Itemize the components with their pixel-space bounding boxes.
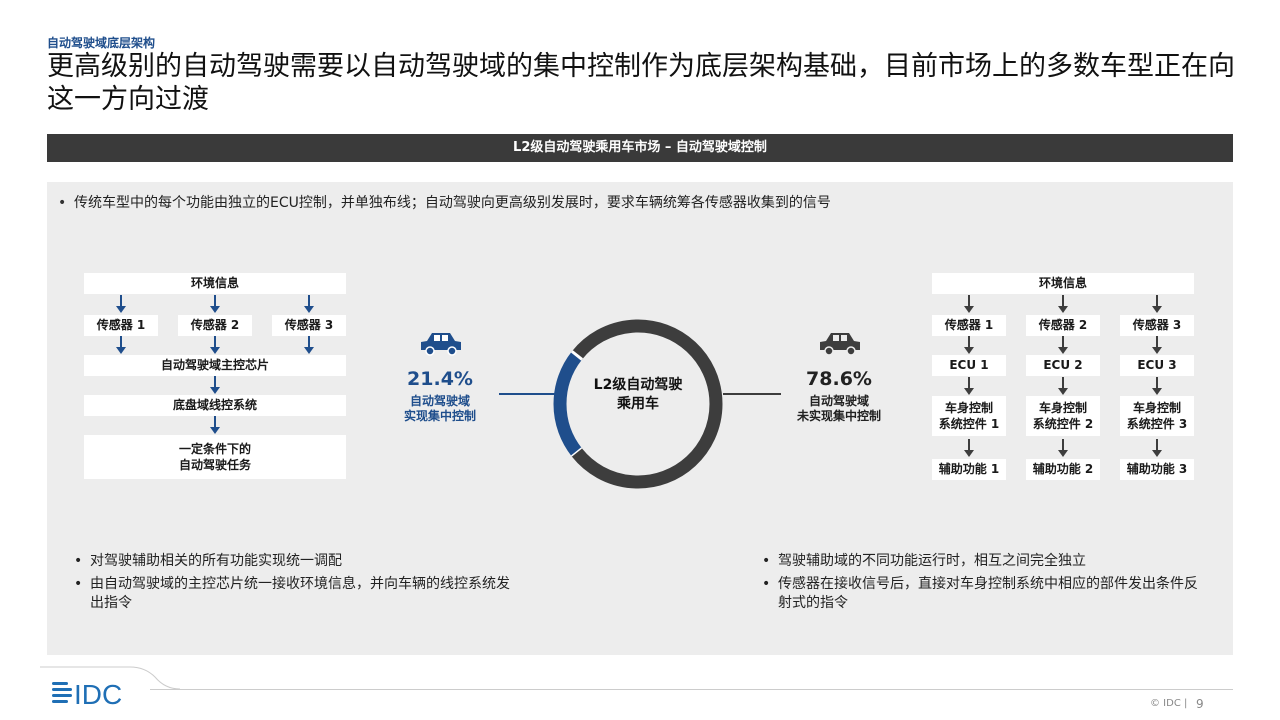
body-control-line-2: 系统控件 3 <box>1126 417 1188 431</box>
right-assist-3-box: 辅助功能 3 <box>1120 459 1194 480</box>
arrow-down-icon <box>1058 377 1068 395</box>
arrow-down-icon <box>304 336 314 354</box>
right-ecu-2-box: ECU 2 <box>1026 355 1100 376</box>
arrow-down-icon <box>1152 377 1162 395</box>
arrow-down-icon <box>964 377 974 395</box>
right-body-control-2-box: 车身控制 系统控件 2 <box>1026 396 1100 436</box>
right-env-info-box: 环境信息 <box>932 273 1194 294</box>
arrow-down-icon <box>304 295 314 313</box>
left-task-line-2: 自动驾驶任务 <box>178 458 251 472</box>
stat-label-centralized-1: 自动驾驶域 <box>409 394 470 408</box>
donut-center-line-2: 乘用车 <box>617 396 659 412</box>
page-number: 9 <box>1196 697 1204 711</box>
footer-divider <box>150 689 1233 690</box>
page-title: 更高级别的自动驾驶需要以自动驾驶域的集中控制作为底层架构基础，目前市场上的多数车… <box>47 51 1235 115</box>
arrow-down-icon <box>210 376 220 394</box>
arrow-down-icon <box>1152 295 1162 313</box>
stat-label-not-centralized-1: 自动驾驶域 <box>808 394 869 408</box>
left-sensor-2-box: 传感器 2 <box>178 315 252 336</box>
notes-left: 对驾驶辅助相关的所有功能实现统一调配 由自动驾驶域的主控芯片统一接收环境信息，并… <box>72 552 522 617</box>
donut-center-label: L2级自动驾驶 乘用车 <box>558 376 718 414</box>
arrow-down-icon <box>210 295 220 313</box>
right-ecu-3-box: ECU 3 <box>1120 355 1194 376</box>
left-task-line-1: 一定条件下的 <box>178 442 251 456</box>
right-sensor-1-box: 传感器 1 <box>932 315 1006 336</box>
note-item: 由自动驾驶域的主控芯片统一接收环境信息，并向车辆的线控系统发出指令 <box>72 575 522 613</box>
right-ecu-1-box: ECU 1 <box>932 355 1006 376</box>
donut-center-line-1: L2级自动驾驶 <box>593 377 683 393</box>
left-task-box: 一定条件下的 自动驾驶任务 <box>84 435 346 479</box>
logo-text: IDC <box>74 679 122 710</box>
right-sensor-3-box: 传感器 3 <box>1120 315 1194 336</box>
arrow-down-icon <box>964 439 974 457</box>
right-sensor-2-box: 传感器 2 <box>1026 315 1100 336</box>
right-assist-2-box: 辅助功能 2 <box>1026 459 1100 480</box>
stat-value-centralized: 21.4% <box>407 368 473 390</box>
body-control-line-1: 车身控制 <box>944 401 993 415</box>
note-item: 驾驶辅助域的不同功能运行时，相互之间完全独立 <box>760 552 1205 571</box>
left-sensor-3-box: 传感器 3 <box>272 315 346 336</box>
copyright-text: © IDC | <box>1150 698 1188 709</box>
right-body-control-1-box: 车身控制 系统控件 1 <box>932 396 1006 436</box>
note-item: 对驾驶辅助相关的所有功能实现统一调配 <box>72 552 522 571</box>
arrow-down-icon <box>210 336 220 354</box>
left-chassis-box: 底盘域线控系统 <box>84 395 346 416</box>
arrow-down-icon <box>210 416 220 434</box>
body-control-line-1: 车身控制 <box>1038 401 1087 415</box>
connector-right <box>723 393 781 395</box>
body-control-line-2: 系统控件 2 <box>1032 417 1094 431</box>
arrow-down-icon <box>964 336 974 354</box>
left-main-chip-box: 自动驾驶域主控芯片 <box>84 355 346 376</box>
idc-logo: IDC <box>52 679 122 710</box>
arrow-down-icon <box>1058 295 1068 313</box>
car-icon <box>820 333 860 356</box>
left-env-info-box: 环境信息 <box>84 273 346 294</box>
arrow-down-icon <box>1058 439 1068 457</box>
notes-right: 驾驶辅助域的不同功能运行时，相互之间完全独立 传感器在接收信号后，直接对车身控制… <box>760 552 1205 617</box>
intro-sentence: 传统车型中的每个功能由独立的ECU控制，并单独布线；自动驾驶向更高级别发展时，要… <box>74 195 831 211</box>
intro-text: 传统车型中的每个功能由独立的ECU控制，并单独布线；自动驾驶向更高级别发展时，要… <box>58 192 831 212</box>
body-control-line-1: 车身控制 <box>1132 401 1181 415</box>
stat-value-not-centralized: 78.6% <box>806 368 872 390</box>
section-tag: 自动驾驶域底层架构 <box>47 36 156 50</box>
arrow-down-icon <box>1058 336 1068 354</box>
note-item: 传感器在接收信号后，直接对车身控制系统中相应的部件发出条件反射式的指令 <box>760 575 1205 613</box>
arrow-down-icon <box>1152 439 1162 457</box>
arrow-down-icon <box>964 295 974 313</box>
stat-label-centralized-2: 实现集中控制 <box>403 409 476 423</box>
right-body-control-3-box: 车身控制 系统控件 3 <box>1120 396 1194 436</box>
arrow-down-icon <box>1152 336 1162 354</box>
car-icon <box>421 333 461 356</box>
connector-left <box>499 393 557 395</box>
right-assist-1-box: 辅助功能 1 <box>932 459 1006 480</box>
section-banner: L2级自动驾驶乘用车市场 – 自动驾驶域控制 <box>47 134 1233 162</box>
left-sensor-1-box: 传感器 1 <box>84 315 158 336</box>
stat-label-not-centralized-2: 未实现集中控制 <box>796 409 881 423</box>
arrow-down-icon <box>116 336 126 354</box>
bullet-marker <box>58 195 74 211</box>
arrow-down-icon <box>116 295 126 313</box>
body-control-line-2: 系统控件 1 <box>938 417 1000 431</box>
